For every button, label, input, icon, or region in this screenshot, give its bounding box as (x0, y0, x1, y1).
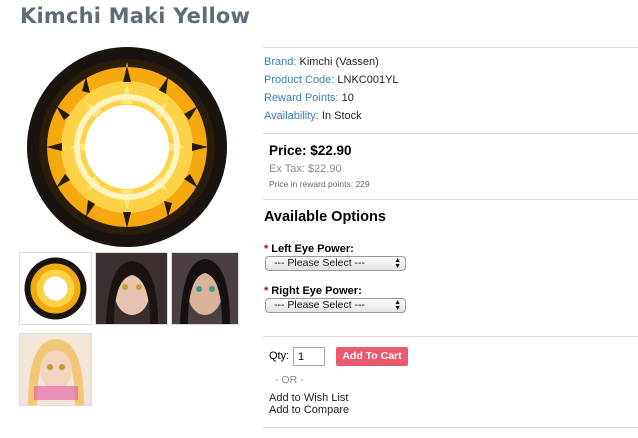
reward-points-label: Reward Points: (264, 92, 339, 104)
left-eye-label: * Left Eye Power: (264, 243, 354, 255)
add-to-compare-link[interactable]: Add to Compare (269, 404, 349, 416)
divider (263, 336, 638, 337)
divider (263, 427, 638, 428)
thumbnail-model-2[interactable] (171, 252, 239, 325)
reward-points-row: Reward Points: 10 (264, 92, 354, 104)
select-arrows-icon: ▲ ▼ (394, 257, 401, 270)
divider (263, 199, 638, 200)
product-title: Kimchi Maki Yellow (20, 4, 251, 28)
right-eye-power-select[interactable]: --- Please Select --- ▲ ▼ (265, 298, 406, 313)
thumbnail-model-1[interactable] (95, 252, 168, 325)
reward-points-value: 10 (341, 92, 354, 104)
brand-label: Brand: (264, 56, 297, 68)
ex-tax-price: Ex Tax: $22.90 (269, 163, 342, 175)
product-code-row: Product Code: LNKC001YL (264, 74, 399, 86)
qty-label: Qty: (269, 350, 290, 362)
options-heading: Available Options (264, 209, 386, 225)
thumbnail-lens[interactable] (19, 252, 92, 325)
select-arrows-icon: ▲ ▼ (394, 299, 401, 312)
required-mark: * (264, 243, 269, 255)
required-mark: * (264, 285, 269, 297)
product-code-label: Product Code: (264, 74, 335, 86)
divider (263, 47, 638, 48)
availability-row: Availability: In Stock (264, 110, 362, 122)
left-eye-power-select[interactable]: --- Please Select --- ▲ ▼ (265, 256, 406, 271)
main-product-image[interactable] (18, 44, 236, 250)
product-code-value: LNKC001YL (337, 74, 399, 86)
add-to-wishlist-link[interactable]: Add to Wish List (269, 392, 348, 404)
brand-value[interactable]: Kimchi (Vassen) (299, 56, 378, 68)
brand-row: Brand: Kimchi (Vassen) (264, 56, 379, 68)
reward-price: Price in reward points: 229 (269, 179, 370, 189)
or-separator: - OR - (275, 374, 304, 386)
qty-input[interactable] (293, 347, 325, 366)
divider (263, 133, 638, 134)
right-eye-label: * Right Eye Power: (264, 285, 362, 297)
availability-label: Availability: (264, 110, 319, 122)
price: Price: $22.90 (269, 143, 352, 158)
thumbnail-model-3[interactable] (19, 333, 92, 406)
availability-value: In Stock (321, 110, 362, 122)
add-to-cart-button[interactable]: Add To Cart (336, 347, 408, 366)
